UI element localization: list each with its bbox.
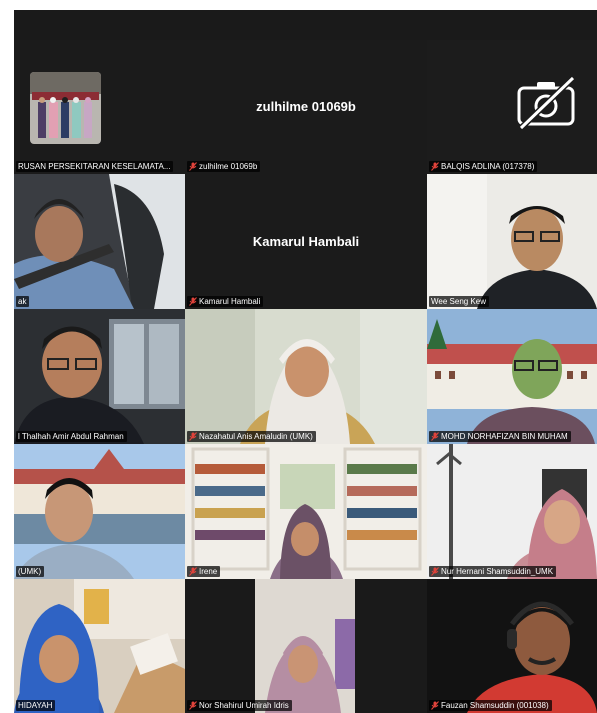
participant-tile[interactable]: Nor Shahirul Umirah Idris — [185, 579, 427, 713]
participant-name-label: HIDAYAH — [16, 700, 56, 711]
mic-muted-icon — [189, 432, 197, 441]
participant-video — [185, 444, 427, 579]
participant-name-label: Wee Seng Kew — [429, 296, 489, 307]
participant-video — [14, 579, 185, 713]
participant-tile[interactable]: MOHD NORHAFIZAN BIN MUHAM — [427, 309, 597, 444]
participant-name-label: zulhilme 01069b — [187, 161, 261, 172]
participant-name-label: (UMK) — [16, 566, 45, 577]
gallery-grid: RUSAN PERSEKITARAN KESELAMATA... zulhilm… — [14, 40, 597, 713]
mic-muted-icon — [189, 297, 197, 306]
mic-muted-icon — [189, 701, 197, 710]
participant-tile[interactable]: BALQIS ADLINA (017378) — [427, 40, 597, 174]
participant-name-label: Nor Shahirul Umirah Idris — [187, 700, 292, 711]
participant-video — [14, 444, 185, 579]
camera-off-icon — [517, 75, 576, 131]
participant-tile[interactable]: (UMK) — [14, 444, 185, 579]
participant-tile[interactable]: Fauzan Shamsuddin (001038) — [427, 579, 597, 713]
participant-center-name: Kamarul Hambali — [252, 233, 360, 249]
zoom-gallery-window: RUSAN PERSEKITARAN KESELAMATA... zulhilm… — [14, 10, 597, 713]
participant-video — [427, 174, 597, 309]
participant-video — [14, 309, 185, 444]
mic-muted-icon — [431, 162, 439, 171]
participant-video — [427, 579, 597, 713]
participant-photo — [30, 72, 101, 144]
participant-name-label: Nazahatul Anis Amaludin (UMK) — [187, 431, 316, 442]
mic-muted-icon — [431, 701, 439, 710]
mic-muted-icon — [431, 567, 439, 576]
participant-tile[interactable]: Irene — [185, 444, 427, 579]
participant-video — [427, 444, 597, 579]
participant-name-label: MOHD NORHAFIZAN BIN MUHAM — [429, 431, 571, 442]
participant-name-label: ak — [16, 296, 30, 307]
participant-video — [14, 174, 185, 309]
participant-tile[interactable]: l Thalhah Amir Abdul Rahman — [14, 309, 185, 444]
mic-muted-icon — [189, 162, 197, 171]
participant-name-label: RUSAN PERSEKITARAN KESELAMATA... — [16, 161, 174, 172]
participant-video — [427, 309, 597, 444]
participant-tile[interactable]: RUSAN PERSEKITARAN KESELAMATA... — [14, 40, 185, 174]
participant-video — [185, 309, 427, 444]
participant-tile[interactable]: HIDAYAH — [14, 579, 185, 713]
mic-muted-icon — [189, 567, 197, 576]
participant-name-label: BALQIS ADLINA (017378) — [429, 161, 538, 172]
mic-muted-icon — [431, 432, 439, 441]
participant-name-label: Kamarul Hambali — [187, 296, 264, 307]
participant-tile[interactable]: ak — [14, 174, 185, 309]
participant-name-label: l Thalhah Amir Abdul Rahman — [16, 431, 127, 442]
participant-tile[interactable]: zulhilme 01069b zulhilme 01069b — [185, 40, 427, 174]
participant-tile[interactable]: Nur Hernani Shamsuddin_UMK — [427, 444, 597, 579]
top-bar — [14, 10, 597, 40]
participant-tile[interactable]: Wee Seng Kew — [427, 174, 597, 309]
participant-name-label: Fauzan Shamsuddin (001038) — [429, 700, 552, 711]
participant-name-label: Nur Hernani Shamsuddin_UMK — [429, 566, 557, 577]
participant-video — [185, 579, 427, 713]
participant-tile[interactable]: Kamarul Hambali Kamarul Hambali — [185, 174, 427, 309]
participant-center-name: zulhilme 01069b — [256, 98, 356, 114]
participant-tile[interactable]: Nazahatul Anis Amaludin (UMK) — [185, 309, 427, 444]
participant-name-label: Irene — [187, 566, 221, 577]
